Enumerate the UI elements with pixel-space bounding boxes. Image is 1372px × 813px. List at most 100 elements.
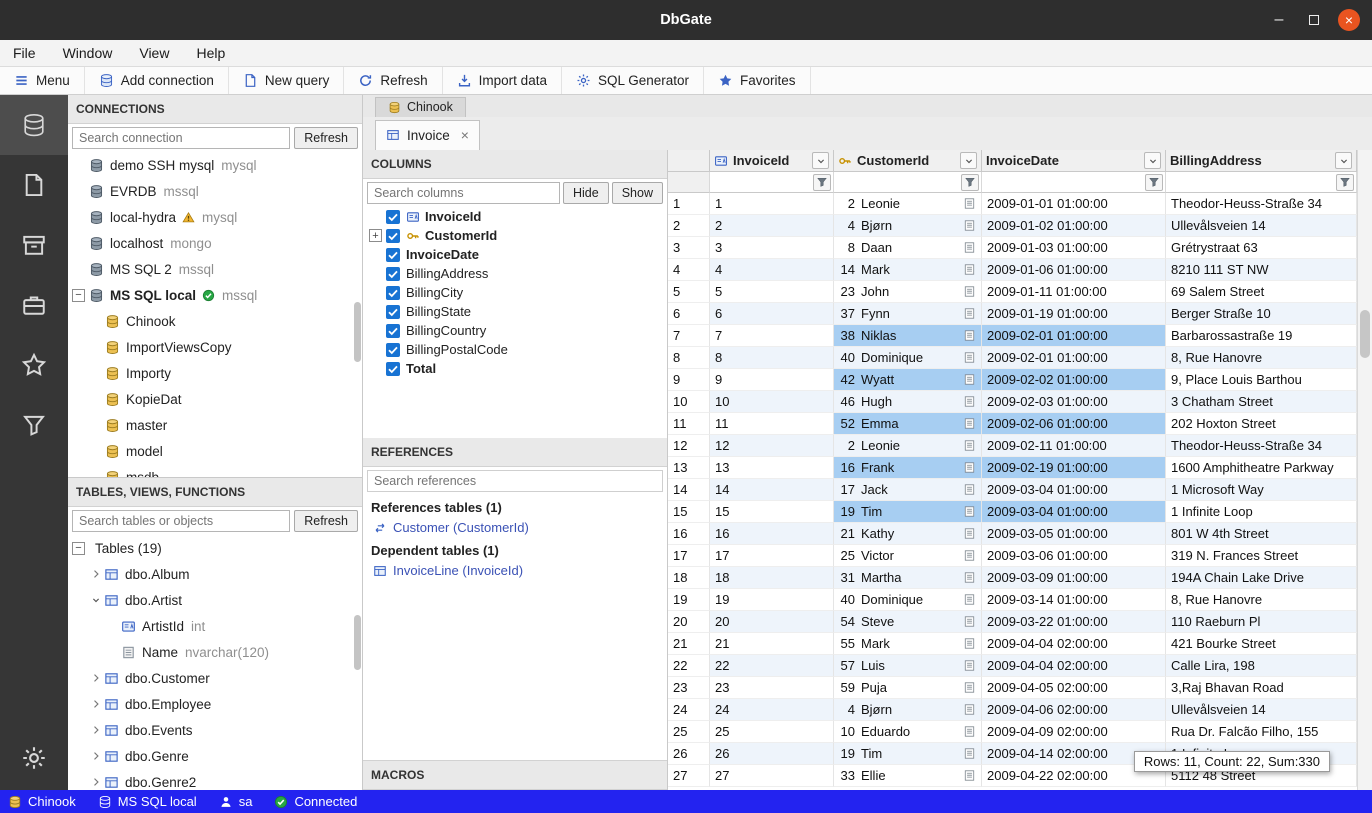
- cell-invoicedate[interactable]: 2009-01-02 01:00:00: [982, 215, 1166, 237]
- toolbar-menu-button[interactable]: Menu: [0, 67, 85, 94]
- connection-local-hydra[interactable]: local-hydramysql: [68, 204, 362, 230]
- cell-invoicedate[interactable]: 2009-01-06 01:00:00: [982, 259, 1166, 281]
- cell-billingaddress[interactable]: 110 Raeburn Pl: [1166, 611, 1357, 633]
- cell-invoiceid[interactable]: 8: [710, 347, 834, 369]
- cell-invoicedate[interactable]: 2009-02-11 01:00:00: [982, 435, 1166, 457]
- checkbox-checked-icon[interactable]: [386, 248, 400, 262]
- cell-invoiceid[interactable]: 23: [710, 677, 834, 699]
- show-button[interactable]: Show: [612, 182, 663, 204]
- row-number-cell[interactable]: 20: [668, 611, 710, 633]
- menu-help[interactable]: Help: [196, 45, 225, 61]
- menu-view[interactable]: View: [139, 45, 169, 61]
- cell-customerid[interactable]: 2Leonie: [834, 435, 982, 457]
- row-number-cell[interactable]: 14: [668, 479, 710, 501]
- filter-menu-button[interactable]: [813, 174, 831, 191]
- column-header-invoicedate[interactable]: InvoiceDate: [982, 150, 1166, 172]
- column-toggle-billingcountry[interactable]: BillingCountry: [363, 321, 667, 340]
- cell-invoicedate[interactable]: 2009-03-06 01:00:00: [982, 545, 1166, 567]
- cell-customerid[interactable]: 2Leonie: [834, 193, 982, 215]
- cell-invoicedate[interactable]: 2009-02-03 01:00:00: [982, 391, 1166, 413]
- cell-invoicedate[interactable]: 2009-02-01 01:00:00: [982, 325, 1166, 347]
- checkbox-checked-icon[interactable]: [386, 362, 400, 376]
- cell-billingaddress[interactable]: 8210 111 ST NW: [1166, 259, 1357, 281]
- cell-invoiceid[interactable]: 25: [710, 721, 834, 743]
- scrollbar-thumb[interactable]: [354, 302, 361, 362]
- cell-customerid[interactable]: 40Dominique: [834, 347, 982, 369]
- cell-billingaddress[interactable]: Theodor-Heuss-Straße 34: [1166, 193, 1357, 215]
- row-number-cell[interactable]: 7: [668, 325, 710, 347]
- cell-invoicedate[interactable]: 2009-04-05 02:00:00: [982, 677, 1166, 699]
- tab-chinook[interactable]: Chinook: [375, 97, 466, 117]
- connections-search-input[interactable]: [72, 127, 290, 149]
- rail-item-connections[interactable]: [0, 95, 68, 155]
- cell-billingaddress[interactable]: Ullevålsveien 14: [1166, 699, 1357, 721]
- cell-invoiceid[interactable]: 17: [710, 545, 834, 567]
- filter-input-invoiceid[interactable]: [710, 172, 813, 192]
- row-number-cell[interactable]: 25: [668, 721, 710, 743]
- cell-customerid[interactable]: 17Jack: [834, 479, 982, 501]
- cell-invoiceid[interactable]: 21: [710, 633, 834, 655]
- cell-customerid[interactable]: 21Kathy: [834, 523, 982, 545]
- cell-billingaddress[interactable]: 421 Bourke Street: [1166, 633, 1357, 655]
- connection-importviewscopy[interactable]: ImportViewsCopy: [68, 334, 362, 360]
- row-number-cell[interactable]: 9: [668, 369, 710, 391]
- cell-billingaddress[interactable]: 319 N. Frances Street: [1166, 545, 1357, 567]
- column-menu-button[interactable]: [1335, 152, 1352, 169]
- cell-billingaddress[interactable]: 1 Microsoft Way: [1166, 479, 1357, 501]
- row-number-cell[interactable]: 11: [668, 413, 710, 435]
- cell-invoiceid[interactable]: 19: [710, 589, 834, 611]
- table-item-artistid[interactable]: ArtistIdint: [68, 613, 362, 639]
- row-number-cell[interactable]: 10: [668, 391, 710, 413]
- table-item-dbo-events[interactable]: dbo.Events: [68, 717, 362, 743]
- table-item-dbo-album[interactable]: dbo.Album: [68, 561, 362, 587]
- cell-customerid[interactable]: 25Victor: [834, 545, 982, 567]
- row-number-cell[interactable]: 22: [668, 655, 710, 677]
- cell-invoiceid[interactable]: 4: [710, 259, 834, 281]
- row-number-cell[interactable]: 2: [668, 215, 710, 237]
- cell-customerid[interactable]: 55Mark: [834, 633, 982, 655]
- column-toggle-total[interactable]: Total: [363, 359, 667, 378]
- menu-file[interactable]: File: [13, 45, 36, 61]
- status-sa[interactable]: sa: [219, 794, 253, 809]
- chevron-right-icon[interactable]: [88, 568, 104, 580]
- cell-billingaddress[interactable]: 3,Raj Bhavan Road: [1166, 677, 1357, 699]
- cell-invoiceid[interactable]: 14: [710, 479, 834, 501]
- cell-invoicedate[interactable]: 2009-02-02 01:00:00: [982, 369, 1166, 391]
- table-item-name[interactable]: Namenvarchar(120): [68, 639, 362, 665]
- columns-search-input[interactable]: [367, 182, 560, 204]
- cell-customerid[interactable]: 4Bjørn: [834, 215, 982, 237]
- cell-customerid[interactable]: 59Puja: [834, 677, 982, 699]
- connections-refresh-button[interactable]: Refresh: [294, 127, 358, 149]
- table-item-dbo-genre2[interactable]: dbo.Genre2: [68, 769, 362, 795]
- maximize-button[interactable]: [1303, 9, 1325, 31]
- cell-customerid[interactable]: 52Emma: [834, 413, 982, 435]
- rail-item-query[interactable]: [0, 395, 68, 455]
- column-toggle-customerid[interactable]: +CustomerId: [363, 226, 667, 245]
- cell-billingaddress[interactable]: Rua Dr. Falcão Filho, 155: [1166, 721, 1357, 743]
- close-button[interactable]: ×: [1338, 9, 1360, 31]
- row-number-cell[interactable]: 17: [668, 545, 710, 567]
- cell-billingaddress[interactable]: Grétrystraat 63: [1166, 237, 1357, 259]
- connection-evrdb[interactable]: EVRDBmssql: [68, 178, 362, 204]
- cell-invoiceid[interactable]: 9: [710, 369, 834, 391]
- filter-input-invoicedate[interactable]: [982, 172, 1145, 192]
- cell-invoiceid[interactable]: 22: [710, 655, 834, 677]
- column-header-customerid[interactable]: CustomerId: [834, 150, 982, 172]
- tab-close-icon[interactable]: ×: [461, 127, 469, 143]
- filter-menu-button[interactable]: [1145, 174, 1163, 191]
- column-toggle-billingaddress[interactable]: BillingAddress: [363, 264, 667, 283]
- cell-invoicedate[interactable]: 2009-02-01 01:00:00: [982, 347, 1166, 369]
- cell-invoicedate[interactable]: 2009-01-11 01:00:00: [982, 281, 1166, 303]
- column-header-billingaddress[interactable]: BillingAddress: [1166, 150, 1357, 172]
- row-number-cell[interactable]: 21: [668, 633, 710, 655]
- connection-kopiedat[interactable]: KopieDat: [68, 386, 362, 412]
- cell-billingaddress[interactable]: 1 Infinite Loop: [1166, 501, 1357, 523]
- cell-billingaddress[interactable]: 1600 Amphitheatre Parkway: [1166, 457, 1357, 479]
- cell-customerid[interactable]: 54Steve: [834, 611, 982, 633]
- cell-billingaddress[interactable]: Berger Straße 10: [1166, 303, 1357, 325]
- cell-invoicedate[interactable]: 2009-03-05 01:00:00: [982, 523, 1166, 545]
- chevron-right-icon[interactable]: [88, 698, 104, 710]
- cell-invoicedate[interactable]: 2009-03-09 01:00:00: [982, 567, 1166, 589]
- cell-customerid[interactable]: 33Ellie: [834, 765, 982, 787]
- cell-invoicedate[interactable]: 2009-02-06 01:00:00: [982, 413, 1166, 435]
